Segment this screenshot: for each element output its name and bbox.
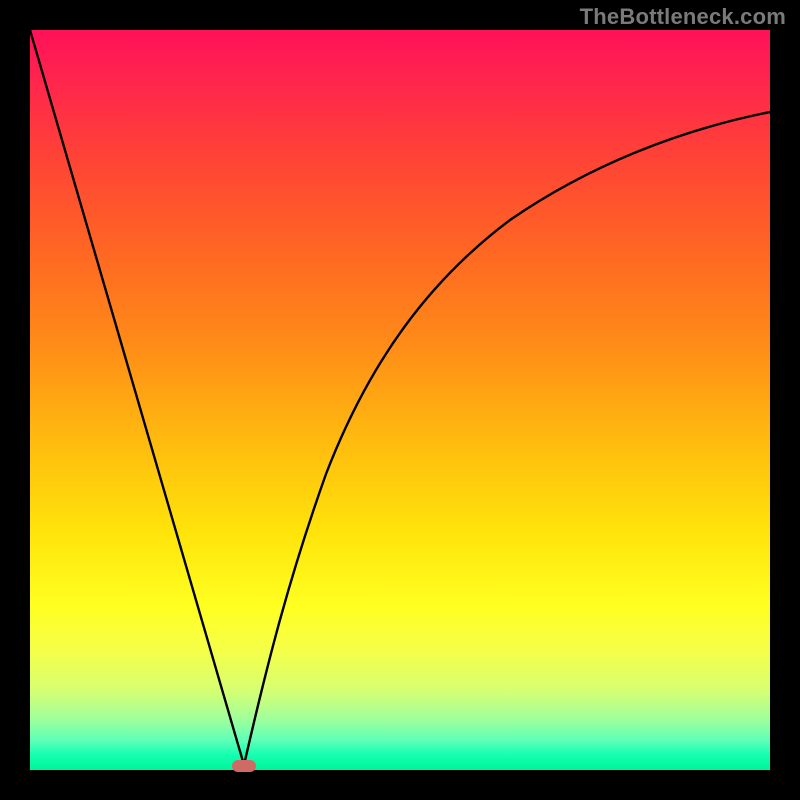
- plot-area: [30, 30, 770, 770]
- watermark-label: TheBottleneck.com: [580, 4, 786, 30]
- minimum-marker: [232, 760, 256, 772]
- chart-frame: TheBottleneck.com: [0, 0, 800, 800]
- curve-path: [30, 30, 770, 765]
- bottleneck-curve: [30, 30, 770, 770]
